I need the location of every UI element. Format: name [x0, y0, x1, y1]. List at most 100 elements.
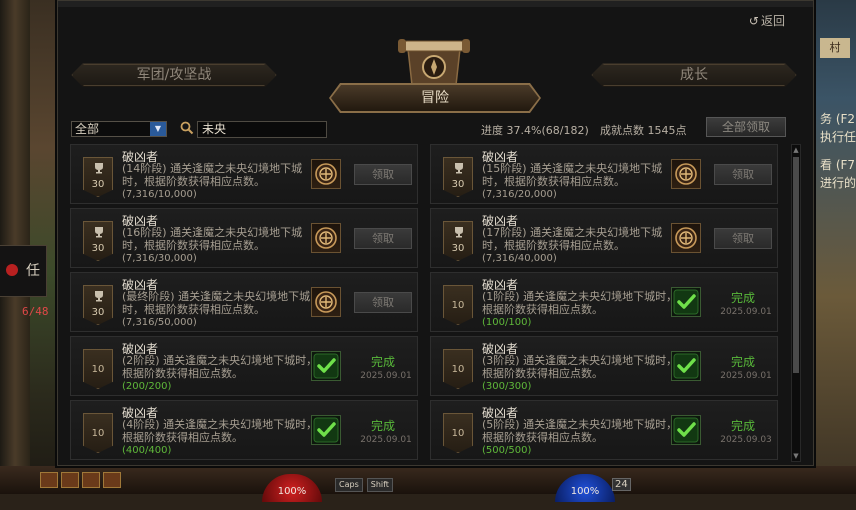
points-badge: 30 [83, 285, 113, 325]
hud-key: Caps [335, 478, 363, 492]
complete-date: 2025.09.01 [360, 435, 412, 445]
achievement-progress: (300/300) [482, 381, 532, 392]
checkmark-icon [673, 417, 699, 443]
progress-count: (68/182) [541, 124, 589, 137]
trophy-icon [455, 227, 463, 238]
achievement-progress: (100/100) [482, 317, 532, 328]
gift-emblem-icon [675, 163, 697, 185]
badge-points: 30 [91, 243, 105, 254]
complete-label: 完成 [730, 419, 755, 433]
achievement-desc: (2阶段) 通关逢魔之未央幻境地下城时，根据阶数获得相应点数。 [122, 354, 318, 380]
reward-icon [671, 351, 701, 381]
achievement-desc: (14阶段) 通关逢魔之未央幻境地下城时，根据阶数获得相应点数。 [122, 162, 303, 188]
scroll-down-icon[interactable]: ▼ [792, 451, 800, 461]
reward-icon [671, 287, 701, 317]
hud-quickslots [40, 472, 121, 488]
tab-adventure[interactable]: 冒险 [331, 85, 539, 111]
achievement-progress: (500/500) [482, 445, 532, 456]
points-badge: 30 [83, 221, 113, 261]
achievement-card: 30 破凶者 (最终阶段) 通关逢魔之未央幻境地下城时，根据阶数获得相应点数。 … [70, 272, 418, 332]
achievement-progress: (7,316/10,000) [122, 189, 197, 200]
list-scrollbar[interactable]: ▲ ▼ [791, 144, 801, 462]
reward-icon [311, 351, 341, 381]
back-button[interactable]: ↺ 返回 [749, 12, 785, 29]
points-value: 1545点 [647, 124, 687, 137]
points-badge: 10 [443, 285, 473, 325]
scroll-up-icon[interactable]: ▲ [792, 145, 800, 155]
claim-button[interactable]: 领取 [354, 164, 412, 185]
chevron-down-icon[interactable]: ▼ [150, 122, 166, 136]
achievement-progress: (7,316/30,000) [122, 253, 197, 264]
quest-hint-line: 进行的 [820, 176, 856, 190]
complete-date: 2025.09.03 [720, 435, 772, 445]
points-summary: 成就点数 1545点 [600, 122, 687, 138]
quickslot-icon[interactable] [61, 472, 79, 488]
badge-points: 10 [451, 300, 465, 311]
checkmark-icon [313, 353, 339, 379]
hud-key: Shift [366, 478, 393, 492]
achievement-desc: (17阶段) 通关逢魔之未央幻境地下城时，根据阶数获得相应点数。 [482, 226, 663, 252]
quickslot-icon[interactable] [103, 472, 121, 488]
claim-all-button[interactable]: 全部领取 [706, 117, 786, 137]
village-sign: 村 [820, 38, 850, 58]
quickslot-icon[interactable] [40, 472, 58, 488]
reward-icon[interactable] [311, 223, 341, 253]
progress-percent: 37.4% [506, 124, 542, 137]
trophy-icon [455, 163, 463, 174]
points-badge: 10 [443, 349, 473, 389]
achievement-desc: (15阶段) 通关逢魔之未央幻境地下城时，根据阶数获得相应点数。 [482, 162, 663, 188]
points-badge: 30 [83, 157, 113, 197]
badge-points: 30 [91, 307, 105, 318]
points-label: 成就点数 [600, 124, 644, 137]
progress-summary: 进度 37.4%(68/182) [481, 122, 589, 138]
achievement-card: 10 破凶者 (1阶段) 通关逢魔之未央幻境地下城时，根据阶数获得相应点数。 (… [430, 272, 778, 332]
hud-keys: Caps Shift [335, 478, 393, 492]
checkmark-icon [673, 353, 699, 379]
category-value: 全部 [75, 122, 100, 136]
complete-date: 2025.09.01 [720, 307, 772, 317]
achievement-card: 10 破凶者 (4阶段) 通关逢魔之未央幻境地下城时，根据阶数获得相应点数。 (… [70, 400, 418, 460]
complete-label: 完成 [730, 355, 755, 369]
claim-button[interactable]: 领取 [714, 164, 772, 185]
reward-icon[interactable] [671, 223, 701, 253]
achievement-card: 30 破凶者 (16阶段) 通关逢魔之未央幻境地下城时，根据阶数获得相应点数。 … [70, 208, 418, 268]
achievement-card: 30 破凶者 (14阶段) 通关逢魔之未央幻境地下城时，根据阶数获得相应点数。 … [70, 144, 418, 204]
badge-points: 10 [91, 364, 105, 375]
alert-dot-icon [6, 264, 18, 276]
achievement-progress: (200/200) [122, 381, 172, 392]
quest-side-tab[interactable]: 任 [0, 245, 47, 297]
badge-points: 30 [91, 179, 105, 190]
achievement-desc: (16阶段) 通关逢魔之未央幻境地下城时，根据阶数获得相应点数。 [122, 226, 303, 252]
complete-label: 完成 [370, 355, 395, 369]
quickslot-icon[interactable] [82, 472, 100, 488]
claim-button[interactable]: 领取 [714, 228, 772, 249]
achievement-card: 10 破凶者 (5阶段) 通关逢魔之未央幻境地下城时，根据阶数获得相应点数。 (… [430, 400, 778, 460]
reward-icon[interactable] [311, 287, 341, 317]
achievement-window: ↺ 返回 军团/攻坚战 成长 冒险 全部 ▼ 未央 进度 37.4%(68/182… [57, 0, 814, 466]
hud-level: 24 [612, 478, 631, 491]
points-badge: 10 [443, 413, 473, 453]
checkmark-icon [313, 417, 339, 443]
search-input[interactable]: 未央 [197, 121, 327, 138]
search-icon [180, 121, 194, 135]
bottom-hud [0, 466, 856, 494]
reward-icon[interactable] [311, 159, 341, 189]
quest-hint-line: 执行任 [820, 130, 856, 144]
achievement-progress: (400/400) [122, 445, 172, 456]
achievement-card: 30 破凶者 (17阶段) 通关逢魔之未央幻境地下城时，根据阶数获得相应点数。 … [430, 208, 778, 268]
claim-button[interactable]: 领取 [354, 292, 412, 313]
trophy-icon [95, 163, 103, 174]
checkmark-icon [673, 289, 699, 315]
category-dropdown[interactable]: 全部 ▼ [71, 121, 167, 137]
reward-icon [671, 415, 701, 445]
side-tab-label: 任 [26, 263, 40, 279]
claim-button[interactable]: 领取 [354, 228, 412, 249]
complete-label: 完成 [370, 419, 395, 433]
badge-points: 30 [451, 179, 465, 190]
scroll-thumb[interactable] [793, 157, 799, 373]
points-badge: 30 [443, 221, 473, 261]
reward-icon[interactable] [671, 159, 701, 189]
tab-legion-siege[interactable]: 军团/攻坚战 [71, 63, 277, 87]
tab-growth[interactable]: 成长 [591, 63, 797, 87]
complete-label: 完成 [730, 291, 755, 305]
